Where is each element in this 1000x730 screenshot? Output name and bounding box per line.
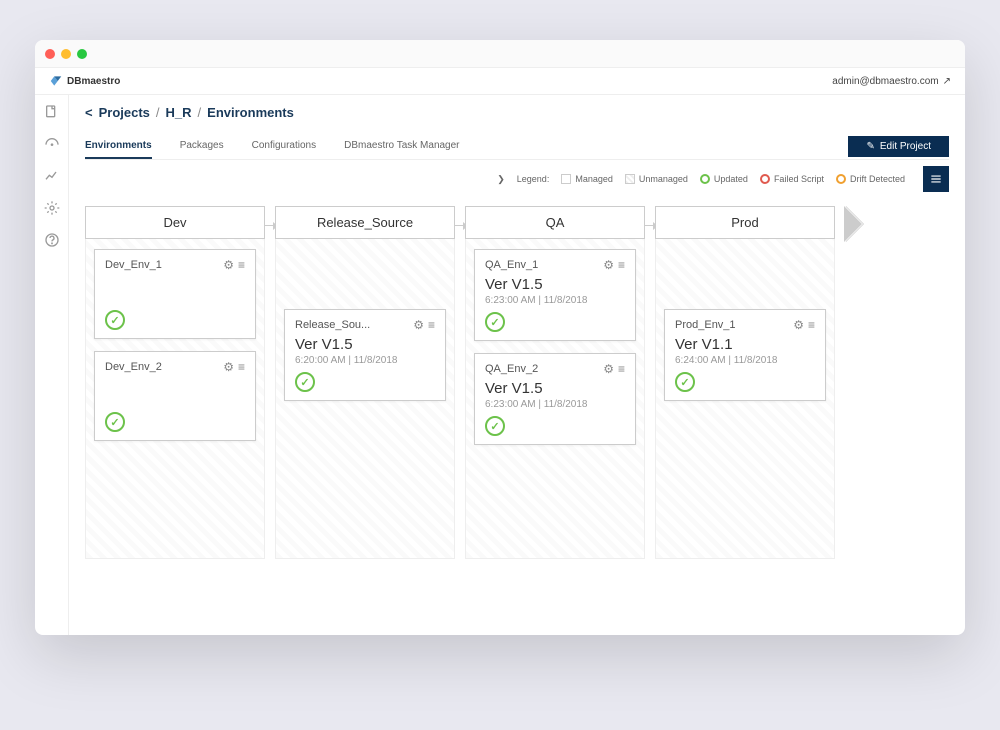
pipeline-stage: Release_Source Release_Sou... ⚙ ≡ Ver V1.5 6:…	[275, 206, 455, 559]
gear-icon[interactable]: ⚙	[603, 258, 614, 272]
legend-managed: Managed	[561, 174, 613, 184]
stage-body: Dev_Env_1 ⚙ ≡ Dev_Env_2 ⚙ ≡	[85, 239, 265, 559]
menu-icon[interactable]: ≡	[618, 362, 625, 376]
gear-icon[interactable]: ⚙	[413, 318, 424, 332]
pipeline-stage: QA QA_Env_1 ⚙ ≡ Ver V1.5 6:23:00 AM | 11/8/20…	[465, 206, 645, 559]
stage-body: Prod_Env_1 ⚙ ≡ Ver V1.1 6:24:00 AM | 11/8/20…	[655, 239, 835, 559]
brand-icon	[49, 74, 63, 88]
legend-updated: Updated	[700, 174, 748, 184]
stage-connector-icon	[644, 225, 654, 226]
status-updated-icon	[485, 312, 505, 332]
nav-projects-icon[interactable]	[43, 103, 61, 121]
nav-analytics-icon[interactable]	[43, 167, 61, 185]
pipeline-menu-button[interactable]	[923, 166, 949, 192]
gear-icon[interactable]: ⚙	[793, 318, 804, 332]
user-email: admin@dbmaestro.com	[832, 76, 938, 87]
version-label: Ver V1.1	[675, 336, 815, 353]
tab-task-manager[interactable]: DBmaestro Task Manager	[344, 134, 459, 159]
menu-icon[interactable]: ≡	[618, 258, 625, 272]
environment-card[interactable]: Dev_Env_1 ⚙ ≡	[94, 249, 256, 339]
pencil-icon: ✎	[866, 141, 874, 152]
status-updated-icon	[105, 310, 125, 330]
edit-project-button[interactable]: ✎ Edit Project	[848, 136, 949, 157]
tab-packages[interactable]: Packages	[180, 134, 224, 159]
tab-environments[interactable]: Environments	[85, 134, 152, 159]
gear-icon[interactable]: ⚙	[603, 362, 614, 376]
environment-name: Prod_Env_1	[675, 319, 736, 331]
breadcrumb-sep: /	[156, 105, 160, 120]
stage-body: Release_Sou... ⚙ ≡ Ver V1.5 6:20:00 AM | 11/…	[275, 239, 455, 559]
status-updated-icon	[485, 416, 505, 436]
status-updated-icon	[675, 372, 695, 392]
environment-name: QA_Env_2	[485, 363, 538, 375]
version-label: Ver V1.5	[295, 336, 435, 353]
status-updated-icon	[105, 412, 125, 432]
window-close-icon[interactable]	[45, 49, 55, 59]
breadcrumb-environments: Environments	[207, 105, 294, 120]
legend-unmanaged: Unmanaged	[625, 174, 688, 184]
stage-body: QA_Env_1 ⚙ ≡ Ver V1.5 6:23:00 AM | 11/8/2018…	[465, 239, 645, 559]
external-link-icon: ↗	[943, 76, 951, 87]
pipeline-stage: Dev Dev_Env_1 ⚙ ≡ Dev_Env_2 ⚙ ≡	[85, 206, 265, 559]
breadcrumb-hr[interactable]: H_R	[166, 105, 192, 120]
timestamp-label: 6:23:00 AM | 11/8/2018	[485, 399, 625, 410]
pipeline-arrow-icon	[845, 206, 863, 242]
stage-connector-icon	[454, 225, 464, 226]
nav-dashboard-icon[interactable]	[43, 135, 61, 153]
brand-logo[interactable]: DBmaestro	[49, 74, 120, 88]
side-rail	[35, 95, 69, 635]
content-area: < Projects / H_R / Environments Environm…	[69, 95, 965, 635]
stage-connector-icon	[264, 225, 274, 226]
menu-icon[interactable]: ≡	[428, 318, 435, 332]
menu-icon[interactable]: ≡	[238, 360, 245, 374]
environment-name: Dev_Env_2	[105, 361, 162, 373]
app-header: DBmaestro admin@dbmaestro.com ↗	[35, 68, 965, 95]
nav-settings-icon[interactable]	[43, 199, 61, 217]
environment-card[interactable]: Dev_Env_2 ⚙ ≡	[94, 351, 256, 441]
pipeline-stage: Prod Prod_Env_1 ⚙ ≡ Ver V1.1 6:24:00 AM | 11/…	[655, 206, 835, 559]
legend-label: Legend:	[517, 174, 550, 184]
window-titlebar	[35, 40, 965, 68]
legend-chevron-icon: ❯	[497, 174, 505, 185]
version-label: Ver V1.5	[485, 276, 625, 293]
legend-drift: Drift Detected	[836, 174, 905, 184]
nav-help-icon[interactable]	[43, 231, 61, 249]
environment-card[interactable]: QA_Env_1 ⚙ ≡ Ver V1.5 6:23:00 AM | 11/8/2018	[474, 249, 636, 341]
stage-header[interactable]: Dev	[85, 206, 265, 239]
breadcrumb-sep: /	[198, 105, 202, 120]
pipeline: DevDev_Env_1⚙≡Dev_Env_2⚙≡Release_SourceR…	[85, 206, 949, 559]
window-minimize-icon[interactable]	[61, 49, 71, 59]
edit-project-label: Edit Project	[880, 141, 931, 152]
app-window: DBmaestro admin@dbmaestro.com ↗	[35, 40, 965, 635]
stage-header[interactable]: Release_Source	[275, 206, 455, 239]
stage-header[interactable]: QA	[465, 206, 645, 239]
status-updated-icon	[295, 372, 315, 392]
breadcrumb: < Projects / H_R / Environments	[85, 105, 949, 120]
tab-configurations[interactable]: Configurations	[252, 134, 316, 159]
timestamp-label: 6:23:00 AM | 11/8/2018	[485, 295, 625, 306]
breadcrumb-projects[interactable]: Projects	[99, 105, 150, 120]
environment-card[interactable]: QA_Env_2 ⚙ ≡ Ver V1.5 6:23:00 AM | 11/8/2018	[474, 353, 636, 445]
environment-name: QA_Env_1	[485, 259, 538, 271]
gear-icon[interactable]: ⚙	[223, 360, 234, 374]
environment-card[interactable]: Release_Sou... ⚙ ≡ Ver V1.5 6:20:00 AM | 11/…	[284, 309, 446, 401]
legend-failed: Failed Script	[760, 174, 824, 184]
breadcrumb-back[interactable]: <	[85, 105, 93, 120]
brand-name: DBmaestro	[67, 76, 120, 87]
environment-name: Dev_Env_1	[105, 259, 162, 271]
menu-icon[interactable]: ≡	[238, 258, 245, 272]
timestamp-label: 6:24:00 AM | 11/8/2018	[675, 355, 815, 366]
stage-header[interactable]: Prod	[655, 206, 835, 239]
gear-icon[interactable]: ⚙	[223, 258, 234, 272]
version-label: Ver V1.5	[485, 380, 625, 397]
user-menu[interactable]: admin@dbmaestro.com ↗	[832, 76, 951, 87]
legend: ❯ Legend: Managed Unmanaged Updated Fail…	[85, 160, 949, 198]
window-zoom-icon[interactable]	[77, 49, 87, 59]
environment-card[interactable]: Prod_Env_1 ⚙ ≡ Ver V1.1 6:24:00 AM | 11/8/20…	[664, 309, 826, 401]
environment-name: Release_Sou...	[295, 319, 370, 331]
tabs: Environments Packages Configurations DBm…	[85, 134, 460, 159]
menu-icon[interactable]: ≡	[808, 318, 815, 332]
timestamp-label: 6:20:00 AM | 11/8/2018	[295, 355, 435, 366]
